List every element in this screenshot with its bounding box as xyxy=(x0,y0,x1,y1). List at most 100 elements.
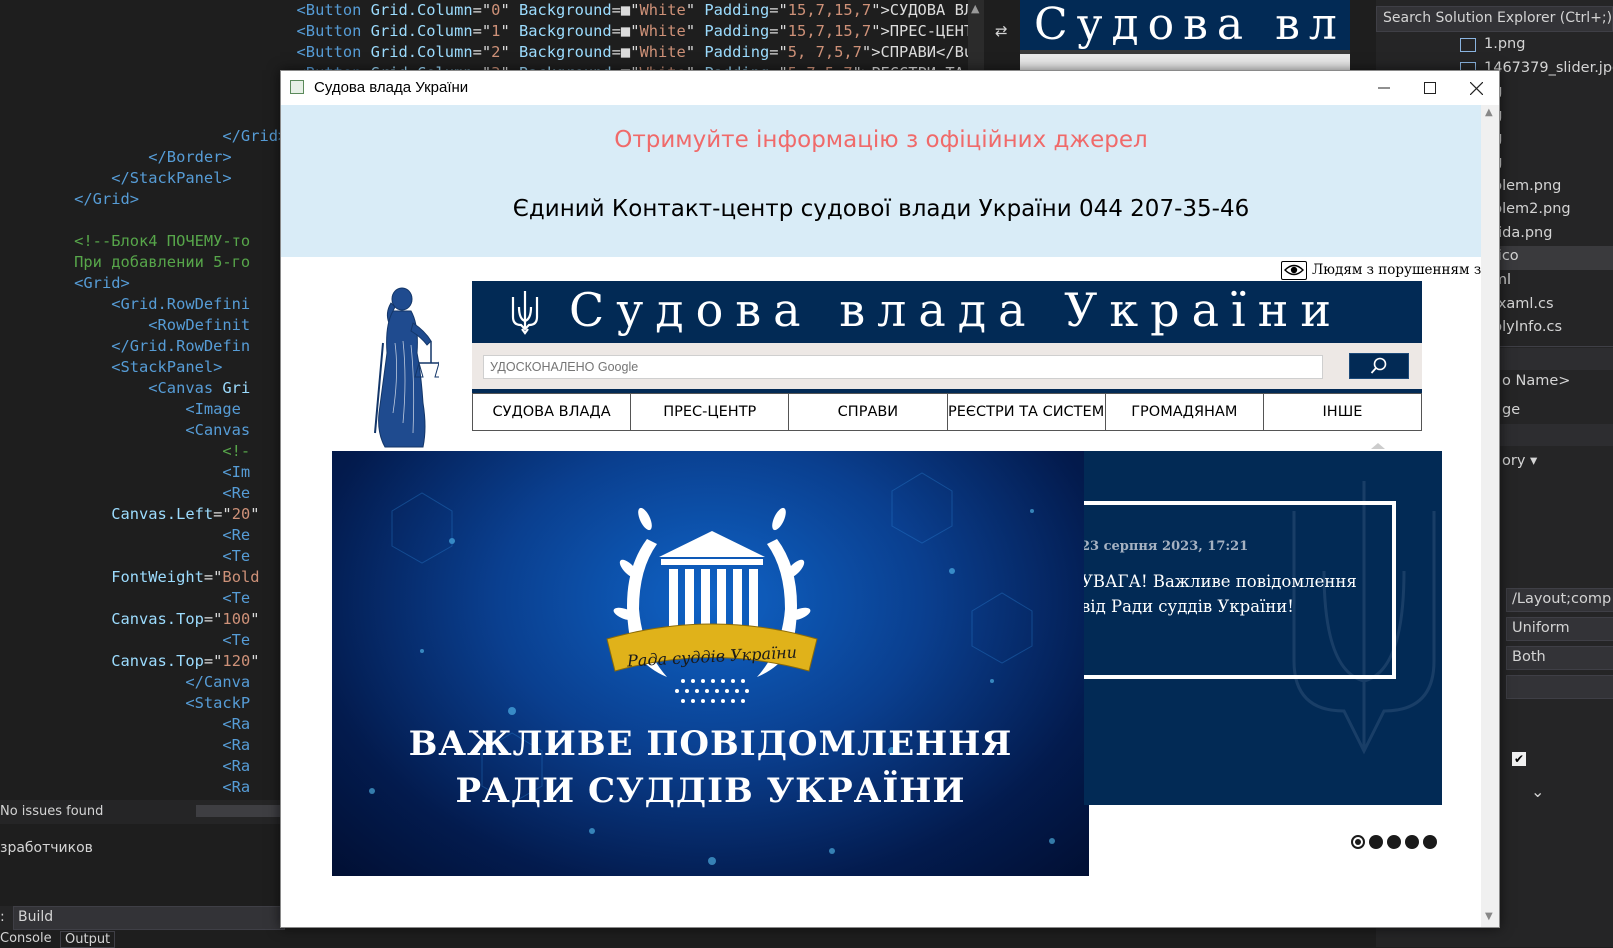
tab-output[interactable]: Output xyxy=(60,931,116,948)
news-headline[interactable]: УВАГА! Важливе повідомлення від Ради суд… xyxy=(1084,569,1371,619)
code-token: Grid.Column xyxy=(370,22,473,40)
designer-banner-text: Судова вл xyxy=(1020,0,1350,50)
code-token: <Ra xyxy=(222,778,251,796)
code-token: =" xyxy=(472,43,492,61)
code-token: Canvas.Top xyxy=(111,652,204,670)
code-token: =" xyxy=(769,1,788,19)
issues-status: No issues found xyxy=(0,804,104,819)
code-token: " xyxy=(685,1,705,19)
code-token: </Grid> xyxy=(222,127,288,145)
code-token: 100 xyxy=(222,610,251,628)
nav-other[interactable]: ІНШЕ xyxy=(1264,394,1421,430)
code-line[interactable]: <Button Grid.Column="2" Background=■"Whi… xyxy=(0,42,970,63)
tab-console[interactable]: Console xyxy=(0,931,52,946)
window-title-bar[interactable]: Судова влада України xyxy=(281,71,1499,105)
hero-slide-image[interactable]: Рада суддів України ВАЖЛИВЕ ПОВІДОМЛЕННЯ… xyxy=(332,451,1089,876)
code-token: Padding xyxy=(704,22,770,40)
window-title: Судова влада України xyxy=(314,79,469,96)
code-line[interactable]: <Button Grid.Column="1" Background=■"Whi… xyxy=(0,21,970,42)
horizontal-scrollbar[interactable] xyxy=(196,805,280,817)
output-source-select[interactable]: Build xyxy=(13,906,285,930)
themis-statue-logo[interactable] xyxy=(365,283,439,449)
code-token: </Canva xyxy=(185,673,251,691)
code-token: ">СПРАВИ</Butto xyxy=(861,43,970,61)
slider-dot[interactable] xyxy=(1387,835,1401,849)
code-token: <Canvas xyxy=(185,421,251,439)
nav-judiciary[interactable]: СУДОВА ВЛАДА xyxy=(473,394,632,430)
code-token: При добавлении 5-го xyxy=(74,253,251,271)
google-search-input[interactable] xyxy=(483,355,1323,379)
chevron-down-icon[interactable]: ⌄ xyxy=(1531,782,1544,801)
slider-dot[interactable] xyxy=(1369,835,1383,849)
slider-pager xyxy=(1351,835,1437,849)
code-token: =" xyxy=(203,568,223,586)
low-vision-label: Людям з порушенням зору xyxy=(1312,262,1481,278)
output-source-label: : xyxy=(0,909,5,925)
minimize-icon xyxy=(1378,87,1390,89)
category-dropdown[interactable]: ory ▾ xyxy=(1502,453,1537,469)
stretch-direction-field[interactable]: Both xyxy=(1506,646,1613,670)
swap-panes-icon[interactable]: ⇄ xyxy=(995,22,1008,40)
code-token: <StackP xyxy=(185,694,251,712)
code-token: Padding xyxy=(704,1,770,19)
slider-dot[interactable] xyxy=(1351,835,1365,849)
code-token: =" xyxy=(472,1,492,19)
code-token: FontWeight xyxy=(111,568,204,586)
nav-press-center[interactable]: ПРЕС-ЦЕНТР xyxy=(631,394,790,430)
app-icon xyxy=(290,80,304,94)
close-icon xyxy=(1469,81,1483,95)
code-token: =" xyxy=(203,652,223,670)
window-vertical-scrollbar[interactable]: ▲ ▼ xyxy=(1481,105,1499,927)
empty-property-field[interactable] xyxy=(1506,675,1613,699)
code-token: 5, 7,5,7 xyxy=(787,43,862,61)
code-token: < xyxy=(296,22,306,40)
news-panel[interactable]: 23 серпня 2023, 17:21 УВАГА! Важливе пов… xyxy=(1084,451,1442,805)
output-source-value: Build xyxy=(18,909,54,925)
code-token: " xyxy=(250,505,260,523)
stretch-property-field[interactable]: Uniform xyxy=(1506,617,1613,641)
code-token: Button xyxy=(305,1,371,19)
scroll-up-icon[interactable]: ▲ xyxy=(971,2,979,15)
nav-citizens[interactable]: ГРОМАДЯНАМ xyxy=(1106,394,1264,430)
code-token: =" xyxy=(769,22,788,40)
build-output-row: : Build xyxy=(0,906,285,930)
nav-registries[interactable]: РЕЄСТРИ ТА СИСТЕМ xyxy=(948,394,1106,430)
code-token: Grid.Column xyxy=(370,43,473,61)
news-card[interactable]: 23 серпня 2023, 17:21 УВАГА! Важливе пов… xyxy=(1084,501,1396,679)
solution-search-input[interactable]: Search Solution Explorer (Ctrl+;) xyxy=(1376,6,1613,32)
code-token: <Canvas xyxy=(148,379,223,397)
close-button[interactable] xyxy=(1453,71,1499,105)
nav-cases[interactable]: СПРАВИ xyxy=(789,394,948,430)
maximize-button[interactable] xyxy=(1407,71,1453,105)
property-checkbox[interactable]: ✔ xyxy=(1512,752,1526,766)
code-token: Canvas.Top xyxy=(111,610,204,628)
code-token: ">ПРЕС-ЦЕНТР</ xyxy=(871,22,970,40)
code-token: Grid.Column xyxy=(370,1,473,19)
code-token: White xyxy=(639,1,686,19)
code-token: Background xyxy=(518,22,612,40)
developer-panel-label: зработчиков xyxy=(0,836,280,864)
judges-council-emblem xyxy=(606,507,818,703)
search-button[interactable] xyxy=(1349,353,1409,379)
stretch-property-value: Uniform xyxy=(1512,620,1570,636)
code-token: White xyxy=(639,43,686,61)
info-band: Отримуйте інформацію з офіційних джерел … xyxy=(281,105,1481,257)
scroll-down-icon[interactable]: ▼ xyxy=(1485,911,1493,922)
code-token: <RowDefinit xyxy=(148,316,251,334)
slide-headline-line2: РАДИ СУДДІВ УКРАЇНИ xyxy=(455,771,966,811)
name-field[interactable]: o Name> xyxy=(1502,373,1570,389)
code-token: 15,7,15,7 xyxy=(787,22,872,40)
solution-file-item[interactable]: 1.png xyxy=(1376,34,1613,58)
minimize-button[interactable] xyxy=(1361,71,1407,105)
site-title: Судова влада України xyxy=(569,283,1344,337)
slider-dot[interactable] xyxy=(1405,835,1419,849)
slider-dot[interactable] xyxy=(1423,835,1437,849)
code-token: Gri xyxy=(222,379,251,397)
code-line[interactable]: <Button Grid.Column="0" Background=■"Whi… xyxy=(0,0,970,21)
search-icon xyxy=(1370,357,1387,374)
scroll-up-icon[interactable]: ▲ xyxy=(1485,107,1493,118)
source-property-field[interactable]: /Layout;comp xyxy=(1506,588,1613,612)
code-token: " xyxy=(250,652,260,670)
low-vision-toggle[interactable]: Людям з порушенням зору xyxy=(1281,259,1481,281)
code-token: Bold xyxy=(222,568,260,586)
